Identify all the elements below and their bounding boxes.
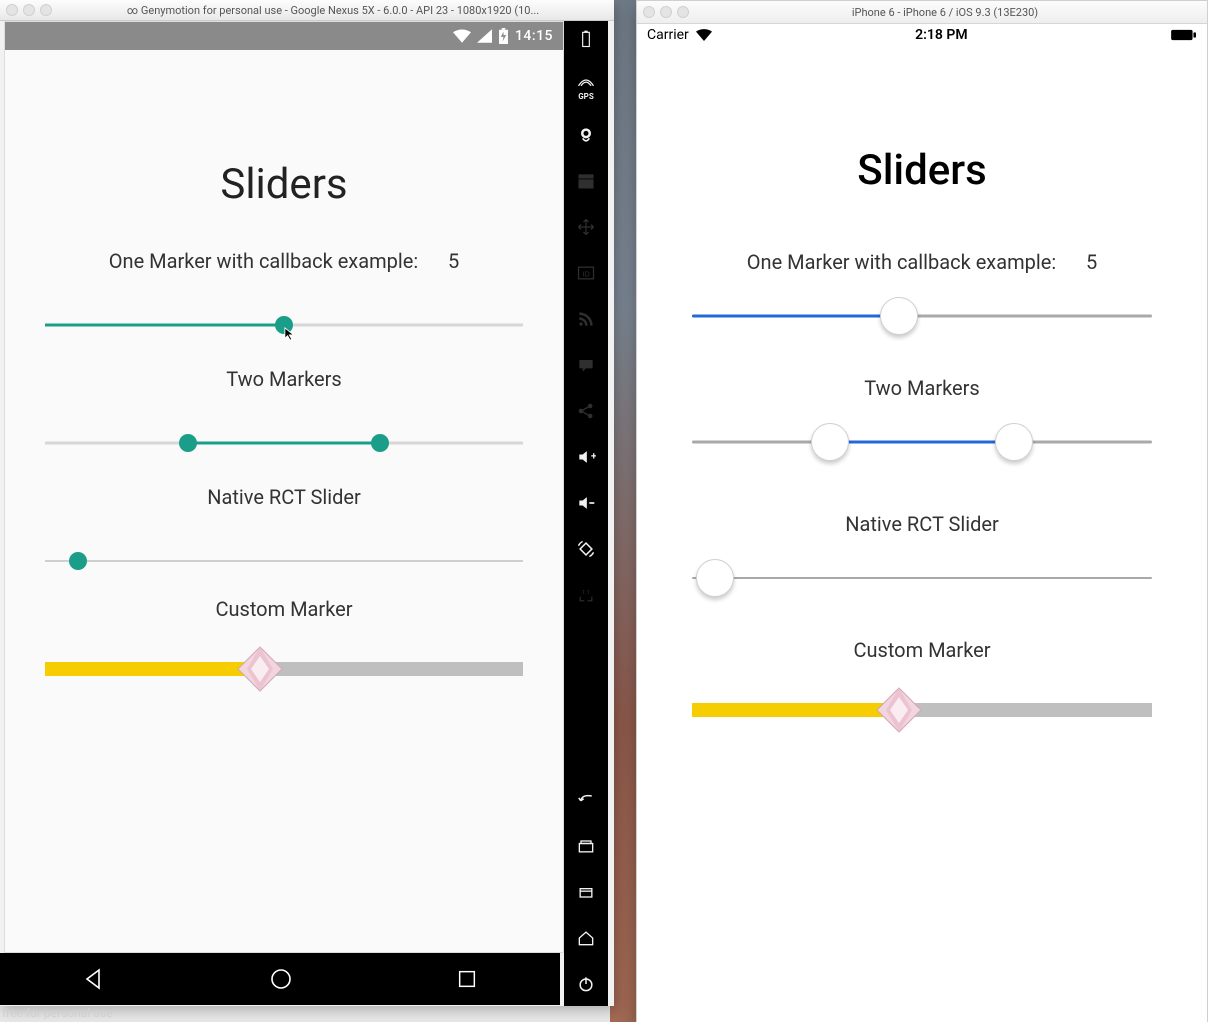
watermark-text: free for personal use bbox=[2, 1006, 112, 1020]
window-icon[interactable] bbox=[574, 880, 598, 904]
android-statusbar: 14:15 bbox=[5, 22, 563, 50]
gps-icon[interactable]: GPS bbox=[574, 73, 598, 101]
slider-custom-marker[interactable] bbox=[692, 690, 1152, 730]
carrier-label: Carrier bbox=[647, 27, 689, 43]
slider-thumb[interactable] bbox=[69, 552, 87, 570]
ios-titlebar[interactable]: iPhone 6 - iPhone 6 / iOS 9.3 (13E230) bbox=[637, 1, 1207, 24]
close-icon[interactable] bbox=[6, 4, 18, 16]
window-controls[interactable] bbox=[643, 6, 689, 18]
volume-up-icon[interactable]: + bbox=[574, 445, 598, 469]
slider2-label: Two Markers bbox=[692, 376, 1152, 400]
wifi-icon bbox=[453, 29, 471, 43]
slider-thumb-left[interactable] bbox=[179, 434, 197, 452]
rss-icon[interactable] bbox=[574, 307, 598, 331]
slider-fill bbox=[692, 703, 899, 717]
back-icon[interactable] bbox=[82, 967, 106, 991]
zoom-icon[interactable] bbox=[40, 4, 52, 16]
recent-apps-icon[interactable] bbox=[456, 968, 478, 990]
slider-fill bbox=[45, 662, 260, 676]
slider-two-markers[interactable] bbox=[692, 422, 1152, 462]
genymotion-toolbar: GPS ID + 1:1 bbox=[564, 21, 608, 1006]
slider-one-marker[interactable] bbox=[692, 296, 1152, 336]
rotate-icon[interactable] bbox=[574, 537, 598, 561]
slider-native-rct[interactable] bbox=[692, 558, 1152, 598]
share-icon[interactable] bbox=[574, 399, 598, 423]
slider1-label: One Marker with callback example: bbox=[109, 249, 418, 273]
close-icon[interactable] bbox=[643, 6, 655, 18]
genymotion-window-title: ∞ Genymotion for personal use - Google N… bbox=[58, 4, 608, 17]
ios-simulator-window: iPhone 6 - iPhone 6 / iOS 9.3 (13E230) C… bbox=[636, 0, 1208, 1022]
genymotion-window: ∞ Genymotion for personal use - Google N… bbox=[0, 0, 614, 1006]
zoom-icon[interactable] bbox=[677, 6, 689, 18]
power-icon[interactable] bbox=[574, 972, 598, 996]
slider4-label: Custom Marker bbox=[692, 638, 1152, 662]
wifi-icon bbox=[696, 29, 712, 41]
slider3-label: Native RCT Slider bbox=[45, 485, 523, 509]
svg-text:ID: ID bbox=[582, 269, 590, 278]
slider3-label: Native RCT Slider bbox=[692, 512, 1152, 536]
camera-icon[interactable] bbox=[574, 123, 598, 147]
ios-statusbar: Carrier 2:18 PM bbox=[637, 24, 1207, 46]
slider4-label: Custom Marker bbox=[45, 597, 523, 621]
page-title: Sliders bbox=[45, 160, 523, 209]
multitask-icon[interactable] bbox=[574, 834, 598, 858]
ios-app-content: Sliders One Marker with callback example… bbox=[637, 46, 1207, 1022]
slider-two-markers[interactable] bbox=[45, 431, 523, 455]
slider-thumb-right[interactable] bbox=[995, 423, 1033, 461]
slider-fill bbox=[188, 442, 379, 445]
minimize-icon[interactable] bbox=[660, 6, 672, 18]
home-outline-icon[interactable] bbox=[574, 926, 598, 950]
window-controls[interactable] bbox=[6, 4, 52, 16]
slider1-label-row: One Marker with callback example: 5 bbox=[692, 250, 1152, 274]
slider1-label: One Marker with callback example: bbox=[747, 250, 1056, 274]
android-app-content: Sliders One Marker with callback example… bbox=[5, 50, 563, 952]
page-title: Sliders bbox=[692, 146, 1152, 195]
slider-native-rct[interactable] bbox=[45, 549, 523, 573]
status-time: 14:15 bbox=[515, 28, 553, 44]
clapper-icon[interactable] bbox=[574, 169, 598, 193]
slider-thumb[interactable] bbox=[696, 559, 734, 597]
cell-signal-icon bbox=[477, 29, 492, 43]
minimize-icon[interactable] bbox=[23, 4, 35, 16]
mouse-cursor-icon bbox=[284, 327, 298, 341]
slider-thumb-left[interactable] bbox=[811, 423, 849, 461]
slider1-value: 5 bbox=[448, 249, 459, 273]
home-icon[interactable] bbox=[269, 967, 293, 991]
slider-fill bbox=[830, 441, 1014, 444]
slider-thumb[interactable] bbox=[880, 297, 918, 335]
battery-charging-icon bbox=[498, 28, 509, 44]
android-screen: 14:15 Sliders One Marker with callback e… bbox=[4, 21, 564, 953]
slider-track bbox=[45, 560, 523, 562]
battery-icon bbox=[1171, 29, 1197, 41]
diamond-marker-icon[interactable] bbox=[874, 685, 924, 735]
slider-one-marker[interactable] bbox=[45, 313, 523, 337]
status-time: 2:18 PM bbox=[712, 27, 1171, 43]
slider-thumb-right[interactable] bbox=[371, 434, 389, 452]
android-navbar bbox=[0, 953, 560, 1005]
chat-icon[interactable] bbox=[574, 353, 598, 377]
move-icon[interactable] bbox=[574, 215, 598, 239]
diamond-marker-icon[interactable] bbox=[235, 644, 285, 694]
svg-text:+: + bbox=[591, 452, 596, 463]
svg-text:1:1: 1:1 bbox=[582, 590, 590, 596]
slider1-value: 5 bbox=[1086, 250, 1097, 274]
slider-track bbox=[692, 577, 1152, 579]
slider-fill bbox=[692, 315, 899, 318]
ios-window-title: iPhone 6 - iPhone 6 / iOS 9.3 (13E230) bbox=[689, 6, 1201, 19]
slider-fill bbox=[45, 324, 284, 327]
genymotion-titlebar[interactable]: ∞ Genymotion for personal use - Google N… bbox=[0, 0, 614, 21]
back-arrow-icon[interactable] bbox=[574, 788, 598, 812]
volume-down-icon[interactable] bbox=[574, 491, 598, 515]
slider-custom-marker[interactable] bbox=[45, 649, 523, 689]
pixel-ratio-icon[interactable]: 1:1 bbox=[574, 583, 598, 607]
slider2-label: Two Markers bbox=[45, 367, 523, 391]
battery-icon[interactable] bbox=[574, 27, 598, 51]
id-icon[interactable]: ID bbox=[574, 261, 598, 285]
slider1-label-row: One Marker with callback example: 5 bbox=[45, 249, 523, 273]
